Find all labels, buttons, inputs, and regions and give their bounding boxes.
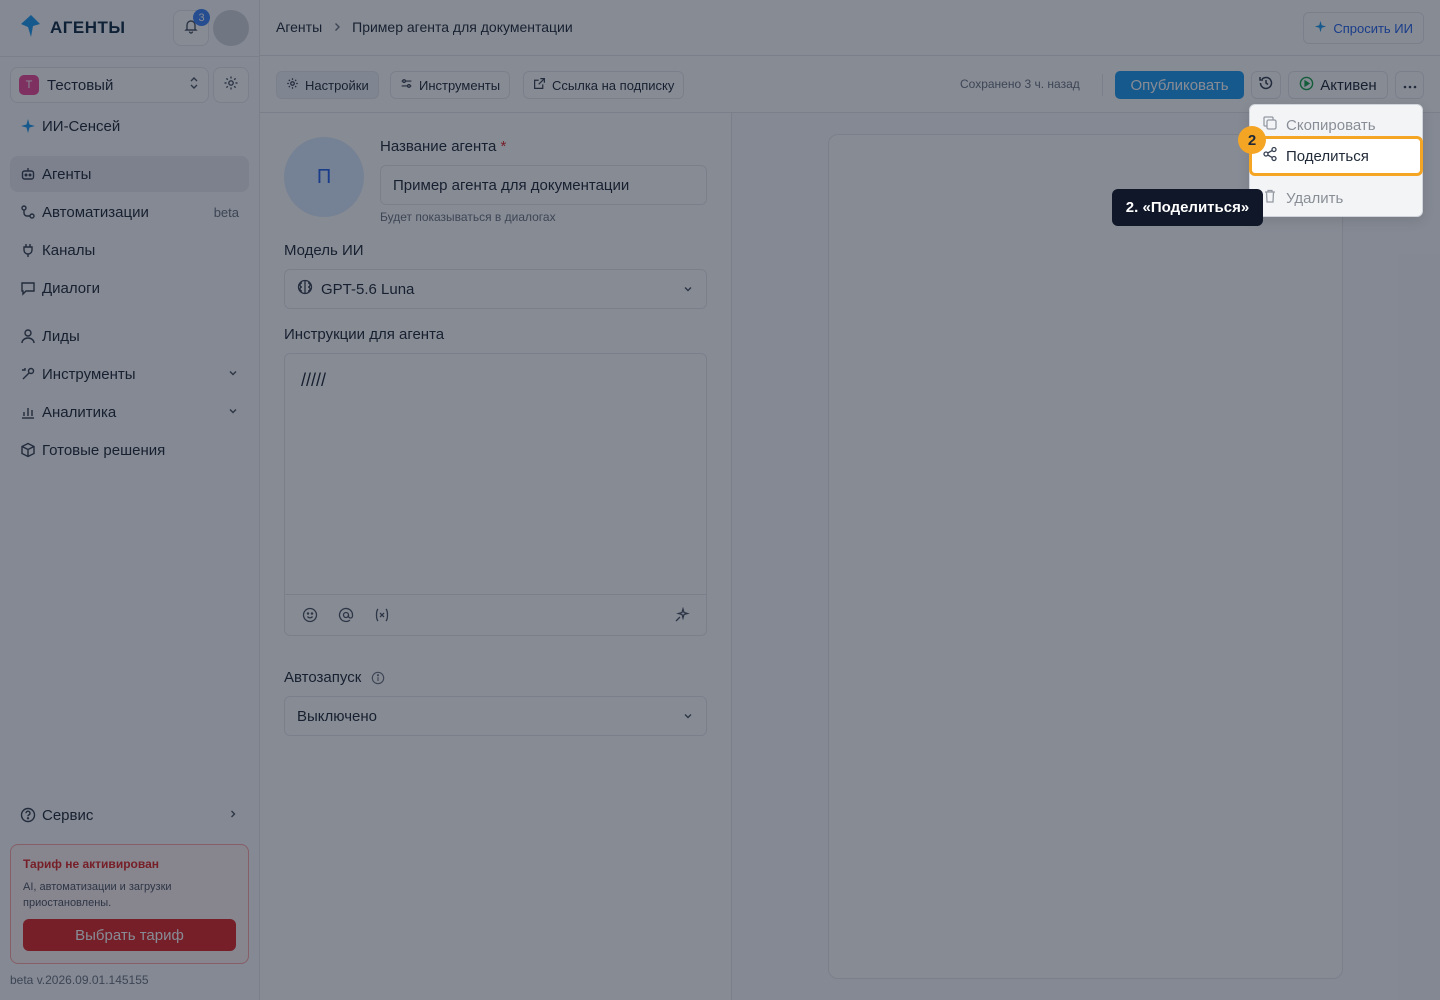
- copy-icon: [1262, 115, 1278, 135]
- share-icon: [1262, 146, 1278, 166]
- tour-step-badge: 2: [1238, 126, 1266, 154]
- menu-item-share[interactable]: Поделиться: [1249, 136, 1423, 176]
- trash-icon: [1262, 188, 1278, 208]
- menu-item-label: Удалить: [1286, 189, 1344, 207]
- tour-overlay: [0, 0, 1440, 1000]
- menu-item-delete[interactable]: Удалить: [1250, 182, 1422, 214]
- tour-tooltip: 2. «Поделиться»: [1112, 189, 1263, 226]
- menu-item-label: Скопировать: [1286, 116, 1376, 134]
- menu-item-label: Поделиться: [1286, 147, 1369, 165]
